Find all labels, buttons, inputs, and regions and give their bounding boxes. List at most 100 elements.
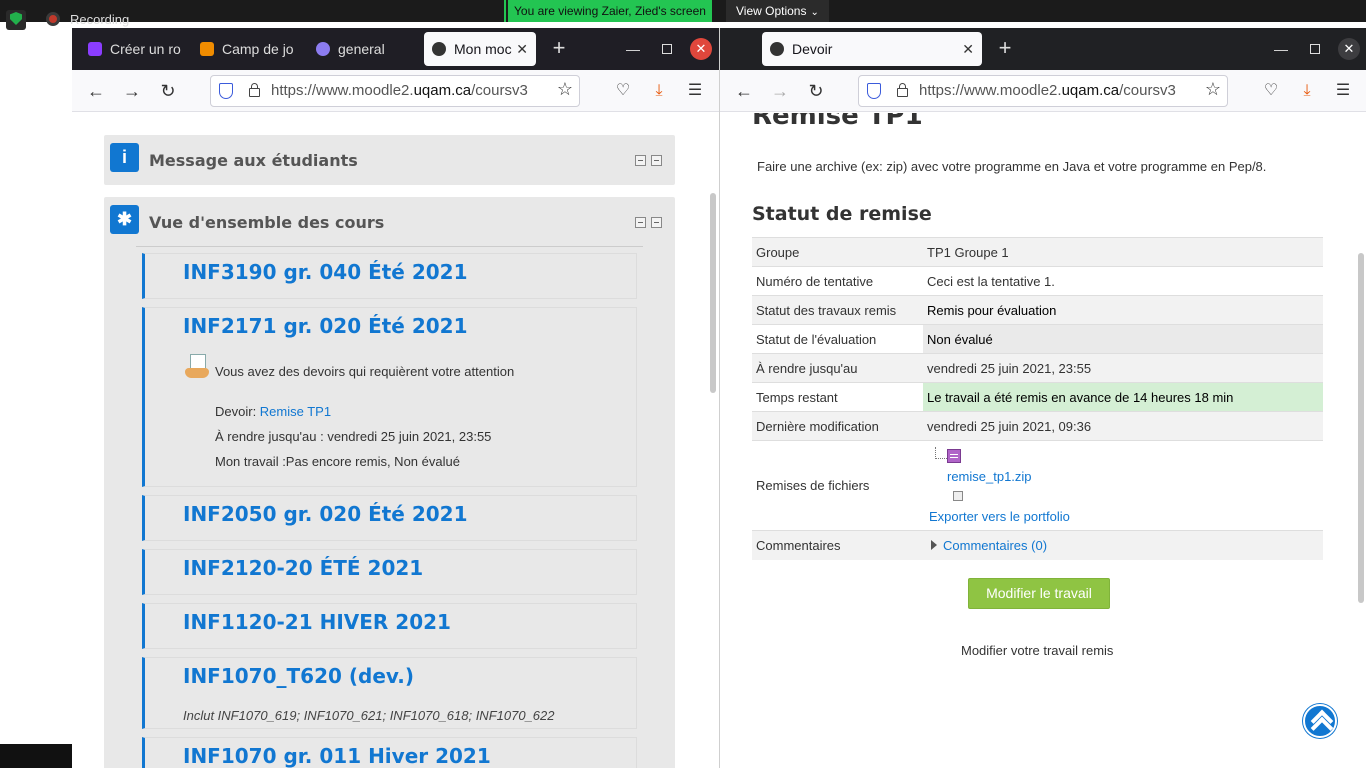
block-title: Message aux étudiants <box>149 151 358 170</box>
tracking-shield-icon <box>219 83 233 99</box>
file-link[interactable]: remise_tp1.zip <box>947 469 1032 484</box>
course-item[interactable]: INF2050 gr. 020 Été 2021 <box>142 495 637 541</box>
close-window-button[interactable]: ✕ <box>1338 38 1360 60</box>
table-row: Statut des travaux remis Remis pour éval… <box>752 295 1323 325</box>
url-bar[interactable]: https://www.moodle2.uqam.ca/coursv3 ☆ <box>210 75 580 107</box>
tab-general[interactable]: general <box>308 32 418 66</box>
back-button[interactable]: ← <box>730 78 758 104</box>
nav-bar: ← → ↻ https://www.moodle2.uqam.ca/coursv… <box>72 70 719 112</box>
tab-camp[interactable]: Camp de jo <box>192 32 302 66</box>
export-portfolio-icon[interactable] <box>953 491 963 501</box>
tab-mon-moodle[interactable]: Mon moc ✕ <box>424 32 536 66</box>
course-title-link[interactable]: INF2050 gr. 020 Été 2021 <box>183 502 467 526</box>
dock-icon[interactable] <box>651 155 662 166</box>
attention-notice: Vous avez des devoirs qui requièrent vot… <box>215 364 515 379</box>
info-icon: i <box>110 143 139 172</box>
course-item[interactable]: INF2120-20 ÉTÉ 2021 <box>142 549 637 595</box>
reload-button[interactable]: ↻ <box>154 78 182 104</box>
course-item[interactable]: INF1070_T620 (dev.) Inclut INF1070_619; … <box>142 657 637 729</box>
scrollbar[interactable] <box>710 193 716 393</box>
course-title-link[interactable]: INF3190 gr. 040 Été 2021 <box>183 260 467 284</box>
file-submissions-cell: remise_tp1.zip Exporter vers le portfoli… <box>923 440 1323 531</box>
table-row: Commentaires Commentaires (0) <box>752 530 1323 560</box>
row-value: Ceci est la tentative 1. <box>923 266 1323 296</box>
scrollbar[interactable] <box>1358 253 1364 603</box>
table-row: Dernière modification vendredi 25 juin 2… <box>752 411 1323 441</box>
edit-submission-button[interactable]: Modifier le travail <box>968 578 1110 609</box>
pocket-icon[interactable]: ♡ <box>612 80 634 102</box>
forward-button[interactable]: → <box>118 78 146 104</box>
url-bar[interactable]: https://www.moodle2.uqam.ca/coursv3 ☆ <box>858 75 1228 107</box>
assignment-link[interactable]: Remise TP1 <box>260 404 331 419</box>
bookmark-star-icon[interactable]: ☆ <box>1205 79 1221 100</box>
collapse-icon[interactable] <box>635 217 646 228</box>
tab-strip: Devoir ✕ + — ✕ <box>720 28 1366 70</box>
grading-status-value: Non évalué <box>923 324 1323 354</box>
course-title-link[interactable]: INF1070 gr. 011 Hiver 2021 <box>183 744 491 768</box>
minimize-button[interactable]: — <box>620 36 646 62</box>
assignment-description: Faire une archive (ex: zip) avec votre p… <box>757 159 1267 174</box>
right-page-content: Remise TP1 Faire une archive (ex: zip) a… <box>720 113 1366 768</box>
course-item[interactable]: INF2171 gr. 020 Été 2021 Vous avez des d… <box>142 307 637 487</box>
submission-status-value: Remis pour évaluation <box>923 295 1323 325</box>
page-title: Remise TP1 <box>752 113 923 131</box>
url-text: https://www.moodle2.uqam.ca/coursv3 <box>271 82 528 99</box>
camp-icon <box>200 42 214 56</box>
security-shield-icon <box>6 10 26 30</box>
course-title-link[interactable]: INF2171 gr. 020 Été 2021 <box>183 314 467 338</box>
forward-button[interactable]: → <box>766 78 794 104</box>
back-to-top-icon[interactable] <box>1303 704 1337 738</box>
tab-label: Mon moc <box>454 41 512 57</box>
tab-creer[interactable]: Créer un ro <box>80 32 190 66</box>
left-browser-window: Créer un ro Camp de jo general Mon moc ✕… <box>72 28 719 768</box>
export-portfolio-link[interactable]: Exporter vers le portfolio <box>929 509 1070 524</box>
new-tab-button[interactable]: + <box>990 34 1020 64</box>
row-label: Statut de l'évaluation <box>752 324 923 354</box>
recording-icon <box>46 12 60 26</box>
lock-icon <box>249 83 260 97</box>
course-item[interactable]: INF1070 gr. 011 Hiver 2021 <box>142 737 637 768</box>
tab-label: Devoir <box>792 41 833 57</box>
table-row: Remises de fichiers remise_tp1.zip Expor… <box>752 440 1323 531</box>
comments-link[interactable]: Commentaires (0) <box>927 538 1047 553</box>
lock-icon <box>897 83 908 97</box>
bookmark-star-icon[interactable]: ☆ <box>557 79 573 100</box>
expand-icon[interactable] <box>635 155 646 166</box>
course-title-link[interactable]: INF2120-20 ÉTÉ 2021 <box>183 556 423 580</box>
view-options-button[interactable]: View Options ⌄ <box>726 0 829 22</box>
course-title-link[interactable]: INF1120-21 HIVER 2021 <box>183 610 451 634</box>
row-value: TP1 Groupe 1 <box>923 237 1323 267</box>
download-icon[interactable]: ⤓ <box>1296 80 1318 102</box>
reload-button[interactable]: ↻ <box>802 78 830 104</box>
row-label: À rendre jusqu'au <box>752 353 923 383</box>
tab-label: Camp de jo <box>222 41 294 57</box>
tab-devoir[interactable]: Devoir ✕ <box>762 32 982 66</box>
screen-share-bar: Recording You are viewing Zaier, Zied's … <box>0 0 1366 30</box>
course-item[interactable]: INF1120-21 HIVER 2021 <box>142 603 637 649</box>
left-page-content: i Message aux étudiants ✱ Vue d'ensemble… <box>72 113 719 768</box>
course-item[interactable]: INF3190 gr. 040 Été 2021 <box>142 253 637 299</box>
desktop-background <box>0 744 72 768</box>
pocket-icon[interactable]: ♡ <box>1260 80 1282 102</box>
table-row: Groupe TP1 Groupe 1 <box>752 237 1323 267</box>
course-title-link[interactable]: INF1070_T620 (dev.) <box>183 664 414 688</box>
back-button[interactable]: ← <box>82 78 110 104</box>
maximize-button[interactable] <box>654 36 680 62</box>
comments-cell: Commentaires (0) <box>923 530 1323 560</box>
minimize-button[interactable]: — <box>1268 36 1294 62</box>
time-remaining-value: Le travail a été remis en avance de 14 h… <box>923 382 1323 412</box>
close-tab-icon[interactable]: ✕ <box>962 32 974 66</box>
status-heading: Statut de remise <box>752 203 932 225</box>
menu-icon[interactable]: ☰ <box>1332 80 1354 102</box>
maximize-button[interactable] <box>1302 36 1328 62</box>
download-icon[interactable]: ⤓ <box>648 80 670 102</box>
close-window-button[interactable]: ✕ <box>690 38 712 60</box>
close-tab-icon[interactable]: ✕ <box>516 32 528 66</box>
menu-icon[interactable]: ☰ <box>684 80 706 102</box>
dock-icon[interactable] <box>651 217 662 228</box>
row-value: vendredi 25 juin 2021, 23:55 <box>923 353 1323 383</box>
table-row: Numéro de tentative Ceci est la tentativ… <box>752 266 1323 296</box>
tracking-shield-icon <box>867 83 881 99</box>
app-d-icon <box>88 42 102 56</box>
new-tab-button[interactable]: + <box>544 34 574 64</box>
